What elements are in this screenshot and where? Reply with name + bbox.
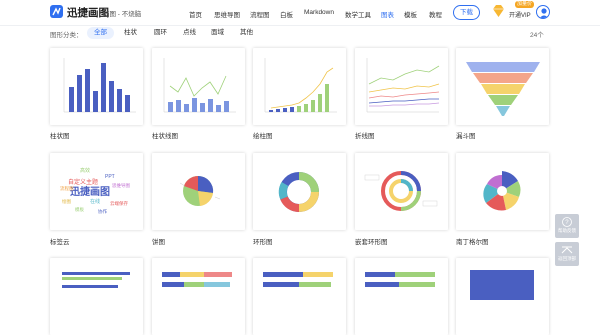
rose-chart-thumbnail-icon bbox=[483, 171, 521, 211]
vip-diamond-icon[interactable] bbox=[492, 4, 505, 18]
cloud-word: 模板 bbox=[75, 206, 84, 213]
bar-with-line-thumbnail-icon bbox=[264, 58, 337, 113]
chart-card-horizontal-bar[interactable] bbox=[50, 258, 143, 335]
chart-card-bar-line[interactable] bbox=[152, 48, 245, 125]
user-avatar-icon[interactable] bbox=[536, 5, 550, 19]
category-filter-bar: 图形分类： 全部 柱状 圆环 点线 面域 其他 24个 bbox=[0, 26, 600, 42]
cloud-word: 流程图 bbox=[60, 185, 74, 192]
filter-all[interactable]: 全部 bbox=[87, 27, 114, 39]
stacked-bar-thumbnail-icon bbox=[263, 272, 333, 287]
nav-whiteboard[interactable]: 白板 bbox=[280, 9, 293, 19]
chart-card-pie[interactable] bbox=[152, 153, 245, 230]
top-header: 迅捷画图 脑图 - 不烧脑 首页 思维导图 流程图 白板 Markdown 数学… bbox=[0, 0, 600, 26]
nav-tutorials[interactable]: 教程 bbox=[429, 9, 442, 19]
chart-card-bar-with-line[interactable] bbox=[253, 48, 346, 125]
cloud-word: 高效 bbox=[80, 167, 90, 174]
back-to-top-label: 返回顶部 bbox=[558, 256, 576, 261]
back-to-top-button[interactable]: 返回顶部 bbox=[555, 242, 579, 266]
word-cloud-thumbnail-icon: 高效 PPT 自定义主题 迅捷画图 流程图 思维导图 绘图 在线 云端保存 模板… bbox=[60, 167, 130, 215]
brand-slogan: 脑图 - 不烧脑 bbox=[103, 11, 142, 18]
nav-flowchart[interactable]: 流程图 bbox=[250, 9, 270, 19]
app-logo-icon[interactable] bbox=[50, 5, 63, 18]
chart-card-line[interactable] bbox=[355, 48, 448, 125]
question-icon: ? bbox=[562, 217, 572, 227]
card-title[interactable]: 环形图 bbox=[253, 236, 273, 246]
svg-text:?: ? bbox=[565, 220, 569, 226]
stacked-bar-thumbnail-icon bbox=[365, 272, 435, 287]
filter-area[interactable]: 面域 bbox=[204, 27, 231, 39]
nav-markdown[interactable]: Markdown bbox=[304, 9, 334, 16]
vip-label[interactable]: 开通VIP bbox=[509, 10, 531, 19]
nested-donut-thumbnail-icon bbox=[364, 171, 438, 211]
card-title[interactable]: 南丁格尔图 bbox=[456, 236, 489, 246]
chart-card-donut[interactable] bbox=[253, 153, 346, 230]
cloud-word: 绘图 bbox=[62, 198, 71, 205]
chart-card-block-bar[interactable] bbox=[456, 258, 549, 335]
bar-line-chart-thumbnail-icon bbox=[163, 58, 236, 113]
card-title[interactable]: 折线图 bbox=[355, 130, 375, 140]
donut-chart-thumbnail-icon bbox=[278, 172, 319, 212]
card-title[interactable]: 饼图 bbox=[152, 236, 165, 246]
stacked-bar-thumbnail-icon bbox=[162, 272, 232, 287]
nav-home[interactable]: 首页 bbox=[189, 9, 202, 19]
chart-card-funnel[interactable] bbox=[456, 48, 549, 125]
bar-chart-thumbnail-icon bbox=[63, 58, 136, 113]
cloud-word: 思维导图 bbox=[112, 182, 130, 189]
funnel-chart-thumbnail-icon bbox=[466, 62, 540, 116]
cloud-word: 自定义主题 bbox=[68, 178, 98, 186]
chart-card-stacked-bar-1[interactable] bbox=[152, 258, 245, 335]
card-title[interactable]: 标签云 bbox=[50, 236, 70, 246]
help-feedback-label: 帮助反馈 bbox=[558, 228, 576, 233]
nav-templates[interactable]: 模板 bbox=[404, 9, 417, 19]
block-bar-thumbnail-icon bbox=[470, 270, 534, 300]
chart-card-stacked-bar-3[interactable] bbox=[355, 258, 448, 335]
nav-charts[interactable]: 图表 bbox=[381, 9, 394, 19]
filter-other[interactable]: 其他 bbox=[233, 27, 260, 39]
chart-card-nested-donut[interactable] bbox=[355, 153, 448, 230]
cloud-word: PPT bbox=[105, 174, 115, 180]
filter-bar[interactable]: 柱状 bbox=[117, 27, 144, 39]
card-title[interactable]: 嵌套环形图 bbox=[355, 236, 388, 246]
line-chart-thumbnail-icon bbox=[366, 58, 440, 113]
chart-card-word-cloud[interactable]: 高效 PPT 自定义主题 迅捷画图 流程图 思维导图 绘图 在线 云端保存 模板… bbox=[50, 153, 143, 230]
filter-label: 图形分类： bbox=[50, 32, 83, 39]
result-count: 24个 bbox=[530, 32, 544, 39]
chart-card-rose[interactable] bbox=[456, 153, 549, 230]
cloud-word: 在线 bbox=[90, 198, 100, 205]
cloud-word: 迅捷画图 bbox=[70, 185, 110, 198]
download-button[interactable]: 下载 bbox=[453, 5, 480, 20]
card-title[interactable]: 柱状线图 bbox=[152, 130, 178, 140]
help-feedback-button[interactable]: ? 帮助反馈 bbox=[555, 214, 579, 238]
chart-card-bar[interactable] bbox=[50, 48, 143, 125]
horizontal-bar-thumbnail-icon bbox=[62, 272, 130, 288]
pie-chart-thumbnail-icon bbox=[179, 175, 221, 206]
filter-dotline[interactable]: 点线 bbox=[176, 27, 203, 39]
card-title[interactable]: 漏斗图 bbox=[456, 130, 476, 140]
cloud-word: 协作 bbox=[98, 208, 107, 215]
filter-ring[interactable]: 圆环 bbox=[147, 27, 174, 39]
card-title[interactable]: 柱状图 bbox=[50, 130, 70, 140]
cloud-word: 云端保存 bbox=[110, 200, 128, 207]
nav-mindmap[interactable]: 思维导图 bbox=[214, 9, 240, 19]
nav-math-tools[interactable]: 数学工具 bbox=[345, 9, 371, 19]
chart-card-stacked-bar-2[interactable] bbox=[253, 258, 346, 335]
card-title[interactable]: 绘柱图 bbox=[253, 130, 273, 140]
arrow-up-icon bbox=[561, 246, 573, 254]
vip-promo-badge: 加量价 bbox=[515, 1, 535, 8]
